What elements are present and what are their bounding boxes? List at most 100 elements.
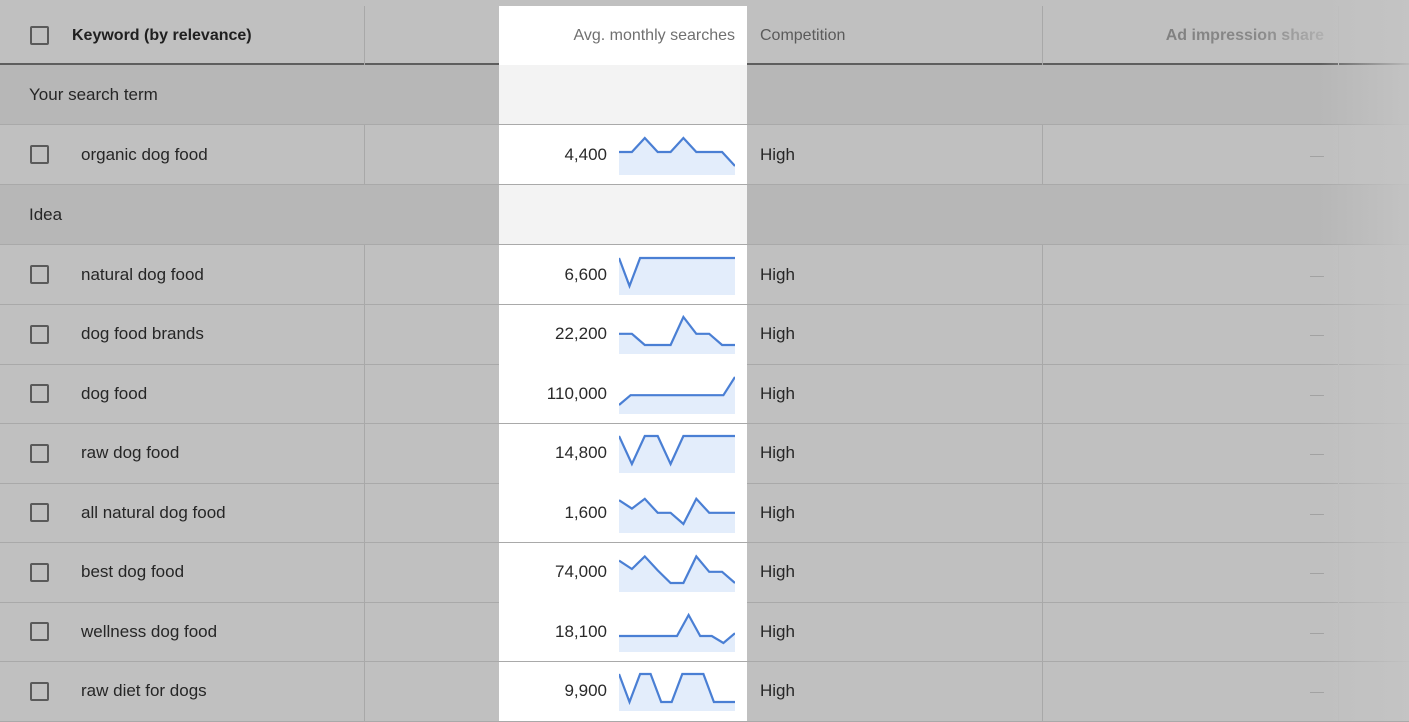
competition-cell: High xyxy=(747,483,1043,542)
avg-cell xyxy=(499,185,747,244)
avg-cell: 14,800 xyxy=(499,423,747,483)
keyword-text: best dog food xyxy=(81,562,185,581)
competition-cell: High xyxy=(747,423,1043,483)
competition-cell: High xyxy=(747,304,1043,364)
impression-cell: — xyxy=(1043,661,1339,721)
row-checkbox[interactable] xyxy=(30,145,49,164)
competition-value: High xyxy=(760,264,795,284)
keyword-cell: dog food xyxy=(0,364,365,423)
impression-cell: — xyxy=(1043,602,1339,661)
header-competition-cell: Competition xyxy=(747,6,1043,65)
sparkline-area xyxy=(619,257,735,295)
keyword-cell: raw dog food xyxy=(0,423,365,483)
impression-share-value: — xyxy=(1310,564,1324,580)
avg-monthly-searches: 9,900 xyxy=(564,681,607,700)
competition-cell: High xyxy=(747,661,1043,721)
group-row-idea: Idea xyxy=(0,185,1409,245)
row-checkbox[interactable] xyxy=(30,384,49,403)
keyword-cell: all natural dog food xyxy=(0,483,365,542)
impression-share-value: — xyxy=(1310,146,1324,163)
competition-cell: High xyxy=(747,602,1043,661)
row-checkbox[interactable] xyxy=(30,265,49,284)
avg-cell: 74,000 xyxy=(499,542,747,602)
group-label: Idea xyxy=(29,204,63,224)
avg-cell: 110,000 xyxy=(499,364,747,423)
keyword-row[interactable]: natural dog food 6,600 High — xyxy=(0,245,1409,305)
avg-cell: 22,200 xyxy=(499,304,747,364)
competition-cell: High xyxy=(747,125,1043,184)
competition-value: High xyxy=(760,681,795,700)
header-keyword-label[interactable]: Keyword (by relevance) xyxy=(72,27,252,45)
avg-monthly-searches: 4,400 xyxy=(564,144,607,164)
impression-share-value: — xyxy=(1310,326,1324,342)
competition-value: High xyxy=(760,383,795,403)
competition-cell: High xyxy=(747,245,1043,304)
group-label: Your search term xyxy=(29,84,158,104)
trend-sparkline xyxy=(619,314,735,354)
keyword-text: all natural dog food xyxy=(81,502,226,522)
keyword-row[interactable]: all natural dog food 1,600 High — xyxy=(0,483,1409,543)
trend-sparkline xyxy=(619,135,735,175)
impression-cell: — xyxy=(1043,125,1339,184)
keyword-row[interactable]: raw diet for dogs 9,900 High — xyxy=(0,661,1409,722)
avg-monthly-searches: 110,000 xyxy=(546,383,607,403)
avg-cell: 9,900 xyxy=(499,661,747,721)
sparkline-area xyxy=(619,317,735,354)
keyword-text: natural dog food xyxy=(81,264,204,284)
keyword-ideas-table: Keyword (by relevance) Avg. monthly sear… xyxy=(0,0,1409,722)
keyword-row[interactable]: wellness dog food 18,100 High — xyxy=(0,602,1409,662)
avg-monthly-searches: 22,200 xyxy=(555,324,607,343)
competition-value: High xyxy=(760,562,795,581)
impression-share-value: — xyxy=(1310,623,1324,640)
keyword-cell: raw diet for dogs xyxy=(0,661,365,721)
keyword-row[interactable]: dog food 110,000 High — xyxy=(0,364,1409,424)
keyword-cell: best dog food xyxy=(0,542,365,602)
impression-share-value: — xyxy=(1310,504,1324,521)
impression-cell: — xyxy=(1043,245,1339,304)
row-checkbox[interactable] xyxy=(30,681,49,701)
header-competition-label[interactable]: Competition xyxy=(760,27,845,45)
keyword-row[interactable]: best dog food 74,000 High — xyxy=(0,542,1409,603)
keyword-text: raw dog food xyxy=(81,443,180,462)
avg-cell: 18,100 xyxy=(499,602,747,661)
competition-value: High xyxy=(760,621,795,641)
sparkline-area xyxy=(619,674,735,711)
keyword-cell: organic dog food xyxy=(0,125,365,184)
keyword-text: dog food xyxy=(81,383,148,403)
avg-monthly-searches: 18,100 xyxy=(555,621,607,641)
competition-cell: High xyxy=(747,364,1043,423)
impression-share-value: — xyxy=(1310,266,1324,283)
keyword-cell: natural dog food xyxy=(0,245,365,304)
keyword-text: raw diet for dogs xyxy=(81,681,207,700)
impression-cell: — xyxy=(1043,423,1339,483)
header-impression-cell: Ad impression share xyxy=(1043,6,1339,65)
row-checkbox[interactable] xyxy=(30,443,49,463)
keyword-text: wellness dog food xyxy=(81,621,218,641)
keyword-row[interactable]: dog food brands 22,200 High — xyxy=(0,304,1409,365)
row-checkbox[interactable] xyxy=(30,622,49,641)
impression-cell: — xyxy=(1043,542,1339,602)
keyword-row[interactable]: organic dog food 4,400 High — xyxy=(0,125,1409,185)
sparkline-area xyxy=(619,556,735,592)
trend-sparkline xyxy=(619,256,735,295)
header-impression-label[interactable]: Ad impression share xyxy=(1166,27,1324,45)
impression-share-value: — xyxy=(1310,683,1324,699)
trend-sparkline xyxy=(619,672,735,711)
row-checkbox[interactable] xyxy=(30,503,49,522)
avg-monthly-searches: 1,600 xyxy=(564,502,607,522)
group-row-search-term: Your search term xyxy=(0,65,1409,125)
keyword-cell: dog food brands xyxy=(0,304,365,364)
select-all-checkbox[interactable] xyxy=(30,26,49,45)
header-avg-label[interactable]: Avg. monthly searches xyxy=(573,27,735,45)
row-checkbox[interactable] xyxy=(30,562,49,582)
row-checkbox[interactable] xyxy=(30,324,49,344)
table-header: Keyword (by relevance) Avg. monthly sear… xyxy=(0,0,1409,65)
impression-cell: — xyxy=(1043,364,1339,423)
impression-cell: — xyxy=(1043,304,1339,364)
avg-cell: 1,600 xyxy=(499,483,747,542)
impression-cell: — xyxy=(1043,483,1339,542)
keyword-text: dog food brands xyxy=(81,324,204,343)
keyword-text: organic dog food xyxy=(81,144,208,164)
keyword-row[interactable]: raw dog food 14,800 High — xyxy=(0,423,1409,484)
competition-value: High xyxy=(760,502,795,522)
